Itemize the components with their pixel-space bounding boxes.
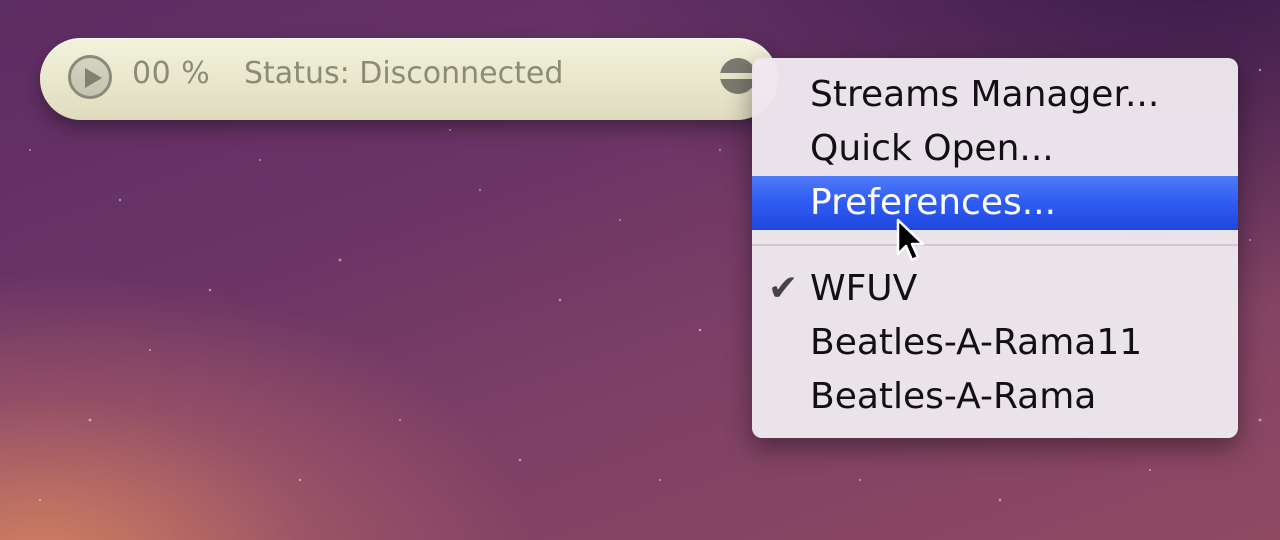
menu-item-preferences[interactable]: Preferences... <box>752 176 1238 230</box>
mouse-cursor-icon <box>896 218 925 262</box>
checkmark-icon: ✔ <box>768 268 799 309</box>
menu-item-stream-beatles-a-rama11[interactable]: Beatles-A-Rama11 <box>752 316 1238 370</box>
play-button[interactable] <box>68 55 112 99</box>
dropdown-menu: Streams Manager... Quick Open... Prefere… <box>752 58 1238 438</box>
player-bar: 00 % Status: Disconnected <box>40 38 778 120</box>
stream-label: WFUV <box>810 268 918 309</box>
progress-percent: 00 % <box>132 56 211 91</box>
menu-toggle-icon[interactable] <box>720 58 756 94</box>
menu-item-quick-open[interactable]: Quick Open... <box>752 122 1238 176</box>
menu-separator <box>752 244 1238 246</box>
play-icon <box>85 68 102 88</box>
menu-item-stream-beatles-a-rama[interactable]: Beatles-A-Rama <box>752 370 1238 424</box>
menu-item-streams-manager[interactable]: Streams Manager... <box>752 68 1238 122</box>
menu-item-stream-wfuv[interactable]: ✔ WFUV <box>752 262 1238 316</box>
connection-status: Status: Disconnected <box>244 56 564 91</box>
